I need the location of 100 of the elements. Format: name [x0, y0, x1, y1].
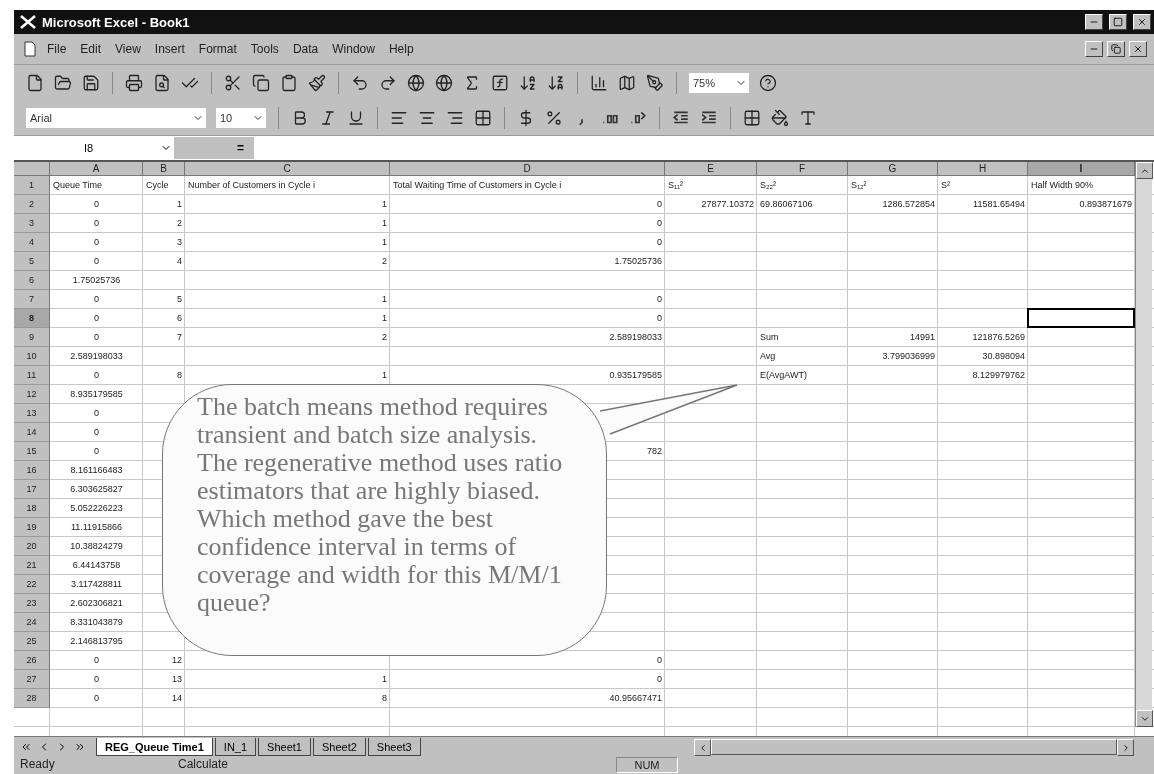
row-header[interactable]: 8 — [14, 309, 50, 328]
table-cell: 14 — [172, 693, 182, 703]
table-cell: 2.589198033 — [70, 351, 123, 361]
table-cell: Half Width 90% — [1031, 180, 1094, 190]
menu-item[interactable]: Tools — [245, 40, 284, 58]
column-header[interactable]: F — [757, 162, 848, 176]
table-cell: 0 — [94, 693, 99, 703]
sheet-tab[interactable]: Sheet2 — [312, 738, 366, 756]
row-header[interactable]: 27 — [14, 670, 50, 689]
row-header[interactable]: 6 — [14, 271, 50, 290]
table-cell: 5.052226223 — [70, 503, 123, 513]
table-cell: Sum — [760, 332, 779, 342]
table-cell: 14991 — [909, 332, 935, 342]
edit-formula-button[interactable]: = — [174, 137, 254, 159]
row-header[interactable]: 26 — [14, 651, 50, 670]
table-cell: 1 — [382, 294, 387, 304]
row-header[interactable]: 9 — [14, 328, 50, 347]
row-header[interactable]: 25 — [14, 632, 50, 651]
row-header[interactable]: 20 — [14, 537, 50, 556]
callout-text: The batch means method requires transient and batch size analysis. The regenerative method uses ratio estimators that are highly biased. Which method gave the best confidence interval in terms of coverage and width for this M/M/1 queue? — [197, 393, 564, 617]
table-cell: 0 — [94, 408, 99, 418]
table-cell: 8.161166483 — [70, 465, 123, 475]
menu-item[interactable]: Edit — [75, 40, 107, 58]
row-header[interactable]: 18 — [14, 499, 50, 518]
table-cell: 10.38824279 — [70, 541, 123, 551]
row-header[interactable]: 1 — [14, 176, 50, 195]
row-header[interactable]: 19 — [14, 518, 50, 537]
status-indicator: NUM — [616, 757, 678, 773]
row-header[interactable]: 5 — [14, 252, 50, 271]
column-header[interactable]: I — [1028, 162, 1135, 176]
menu-item[interactable]: Data — [287, 40, 324, 58]
row-header[interactable]: 13 — [14, 404, 50, 423]
sheet-tab[interactable]: REG_Queue Time1 — [96, 738, 213, 756]
menu-item[interactable]: Window — [327, 40, 380, 58]
font-size-select[interactable]: 10 — [216, 108, 266, 128]
row-header[interactable]: 14 — [14, 423, 50, 442]
table-cell: Number of Customers in Cycle i — [188, 180, 316, 190]
status-mode: Ready — [20, 757, 56, 771]
row-header[interactable]: 11 — [14, 366, 50, 385]
sheet-tab[interactable]: Sheet1 — [258, 738, 311, 756]
table-cell: 27877.10372 — [701, 199, 754, 209]
table-cell: 0 — [94, 313, 99, 323]
menu-item[interactable]: Help — [383, 40, 419, 58]
row-header[interactable]: 4 — [14, 233, 50, 252]
row-header[interactable]: 21 — [14, 556, 50, 575]
table-cell: 4 — [177, 256, 182, 266]
table-cell: 1.75025736 — [72, 275, 121, 285]
column-header[interactable]: D — [390, 162, 665, 176]
menu-item[interactable]: Format — [193, 40, 242, 58]
row-header[interactable]: 17 — [14, 480, 50, 499]
table-cell: 1.75025736 — [614, 256, 662, 266]
row-header[interactable]: 22 — [14, 575, 50, 594]
table-cell: 1 — [382, 674, 387, 684]
row-header[interactable]: 10 — [14, 347, 50, 366]
table-cell: 1 — [382, 199, 387, 209]
table-cell: 0 — [94, 655, 99, 665]
table-cell: 8.935179585 — [70, 389, 123, 399]
table-cell: S₂₂² — [760, 180, 776, 190]
table-cell: 6.44143758 — [72, 560, 121, 570]
row-header[interactable]: 28 — [14, 689, 50, 708]
column-header[interactable]: G — [848, 162, 938, 176]
font-select[interactable]: Arial — [26, 108, 206, 128]
table-cell: 1 — [177, 199, 182, 209]
table-cell: 2 — [177, 218, 182, 228]
column-header[interactable]: B — [143, 162, 185, 176]
row-header[interactable]: 24 — [14, 613, 50, 632]
row-header[interactable]: 15 — [14, 442, 50, 461]
table-cell: 2.602306821 — [70, 598, 123, 608]
column-header[interactable]: H — [938, 162, 1028, 176]
table-cell: 1286.572854 — [882, 199, 935, 209]
table-cell: 121876.5269 — [972, 332, 1025, 342]
table-cell: 0 — [657, 237, 662, 247]
table-cell: E(AvgAWT) — [760, 370, 807, 380]
column-header[interactable]: E — [665, 162, 757, 176]
row-header[interactable]: 16 — [14, 461, 50, 480]
sheet-tab[interactable]: Sheet3 — [367, 738, 421, 756]
table-cell: 0 — [657, 655, 662, 665]
column-header[interactable]: C — [185, 162, 390, 176]
sheet-tab[interactable]: IN_1 — [214, 738, 257, 756]
menu-item[interactable]: File — [42, 40, 72, 58]
table-cell: 0 — [657, 294, 662, 304]
menu-item[interactable]: View — [110, 40, 146, 58]
zoom-select[interactable]: 75% — [689, 73, 749, 93]
row-header[interactable]: 3 — [14, 214, 50, 233]
table-cell: 0.935179585 — [609, 370, 662, 380]
row-header[interactable]: 7 — [14, 290, 50, 309]
table-cell: 0 — [94, 332, 99, 342]
column-header[interactable]: A — [50, 162, 143, 176]
table-cell: S₁₂² — [851, 180, 867, 190]
table-cell: 0 — [94, 446, 99, 456]
row-header[interactable]: 12 — [14, 385, 50, 404]
row-header[interactable]: 2 — [14, 195, 50, 214]
menu-item[interactable]: Insert — [149, 40, 190, 58]
table-cell: 0 — [657, 218, 662, 228]
table-cell: 69.86067106 — [760, 199, 813, 209]
table-cell: 2.589198033 — [609, 332, 662, 342]
row-header[interactable]: 23 — [14, 594, 50, 613]
table-cell: 0 — [94, 427, 99, 437]
table-cell: 0 — [94, 370, 99, 380]
table-cell: 8 — [177, 370, 182, 380]
